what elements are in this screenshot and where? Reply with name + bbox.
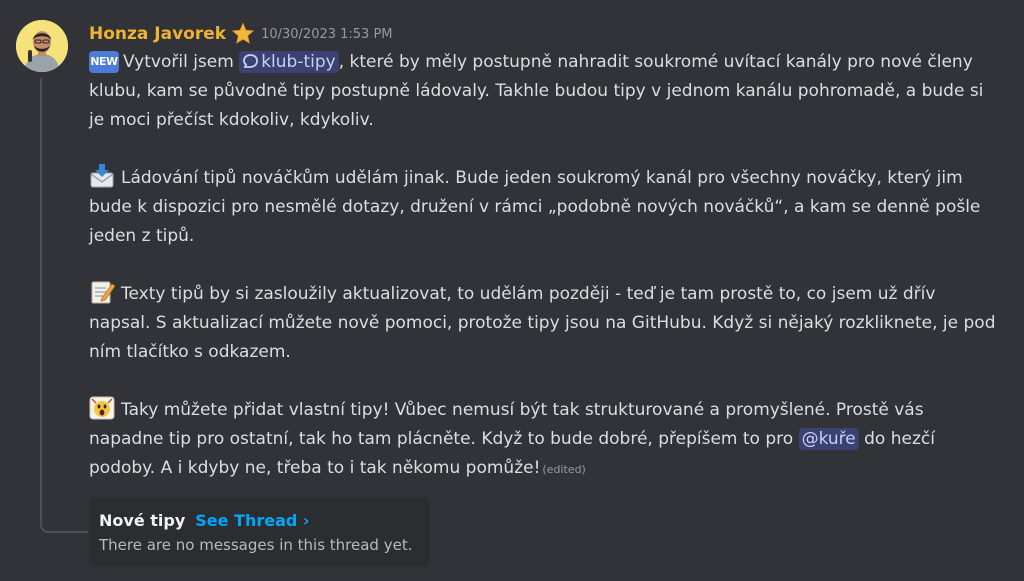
- star-icon: [231, 22, 255, 46]
- thread-name[interactable]: Nové tipy: [99, 511, 185, 530]
- memo-icon: [89, 280, 117, 304]
- paragraph-tip-texts: Texty tipů by si zasloužily aktualizovat…: [89, 280, 1001, 367]
- thread-preview[interactable]: Nové tipy See Thread › There are no mess…: [89, 497, 430, 567]
- thread-empty-text: There are no messages in this thread yet…: [99, 536, 413, 554]
- username[interactable]: Honza Javorek: [89, 24, 226, 44]
- paragraph-text: Ládování tipů nováčkům udělám jinak. Bud…: [89, 168, 981, 246]
- see-thread-link[interactable]: See Thread ›: [195, 511, 309, 530]
- envelope-with-arrow-icon: [89, 164, 117, 188]
- paragraph-text: Vytvořil jsem: [123, 52, 240, 72]
- paragraph-onboarding: Ládování tipů nováčkům udělám jinak. Bud…: [89, 164, 1001, 251]
- thread-title-row: Nové tipy See Thread ›: [99, 509, 420, 531]
- thread-connector-line: [40, 78, 88, 533]
- message-header: Honza Javorek 10/30/2023 1:53 PM: [89, 20, 393, 48]
- channel-mention[interactable]: klub-tipy: [239, 51, 339, 73]
- role-mention[interactable]: @kuře: [798, 428, 859, 450]
- scream-icon: [89, 396, 117, 420]
- paragraph-custom-tips: Taky můžete přidat vlastní tipy! Vůbec n…: [89, 396, 1001, 484]
- paragraph-text: Texty tipů by si zasloužily aktualizovat…: [89, 284, 996, 362]
- edited-label[interactable]: (edited): [542, 463, 585, 476]
- chat-message: Honza Javorek 10/30/2023 1:53 PM NEW Vytv…: [0, 0, 1024, 581]
- message-content: NEW Vytvořil jsem klub-tipy, které by měl…: [89, 48, 1001, 484]
- user-photo: [16, 20, 68, 72]
- avatar[interactable]: [16, 20, 68, 72]
- channel-mention-label: klub-tipy: [261, 52, 336, 72]
- paragraph-new-channel: NEW Vytvořil jsem klub-tipy, které by měl…: [89, 48, 1001, 135]
- new-icon: NEW: [89, 51, 119, 73]
- thread-channel-icon: [242, 50, 260, 68]
- timestamp[interactable]: 10/30/2023 1:53 PM: [261, 27, 392, 42]
